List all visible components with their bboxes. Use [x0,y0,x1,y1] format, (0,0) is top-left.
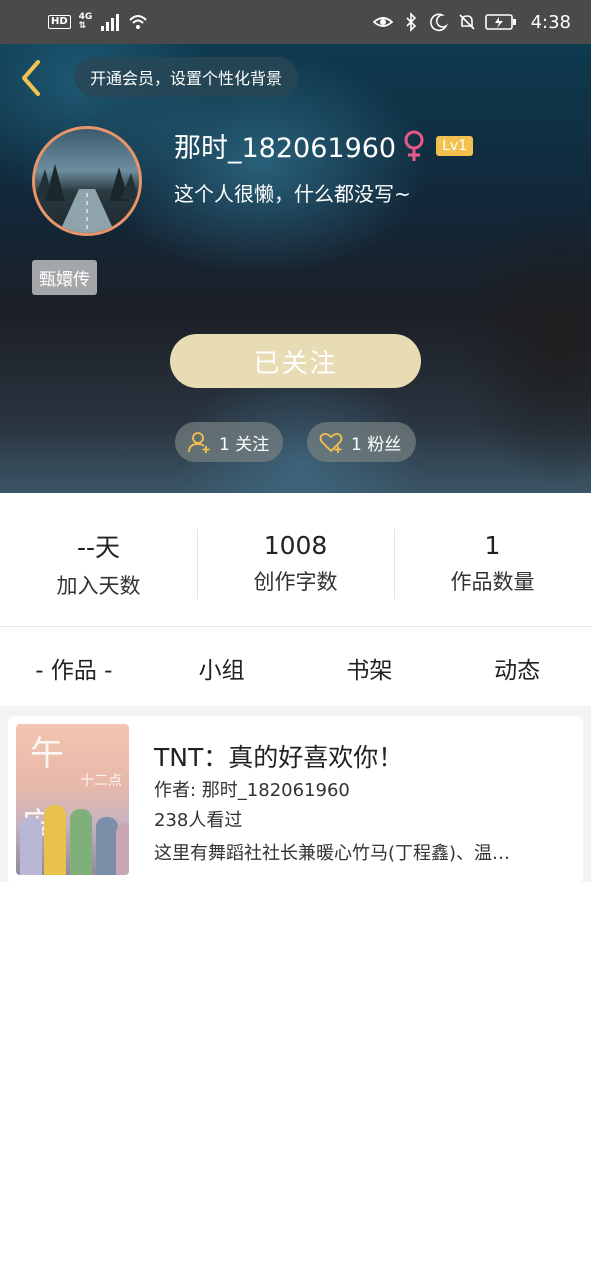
work-cover-image: 午 安 十二点 [16,724,129,875]
tab-activity[interactable]: 动态 [443,651,591,685]
cover-figure [20,817,42,875]
user-bio: 这个人很懒，什么都没写~ [174,182,411,206]
cover-text: 十二点 [80,773,122,789]
avatar-image [35,164,139,233]
profile-banner: 开通会员，设置个性化背景 那时_182061960 Lv1 这个人很懒，什么都没… [0,44,591,493]
stat-label: 创作字数 [253,570,338,594]
moon-icon [429,13,448,32]
signal-icon [101,14,120,31]
work-views: 238人看过 [154,810,243,831]
profile-tabs: - 作品 - 小组 书架 动态 [0,628,591,708]
network-type: 4G ⇅ [78,12,93,31]
username: 那时_182061960 [174,133,397,164]
cover-figure [44,805,66,875]
stat-join-days: --天 加入天数 [0,529,197,599]
cover-text: 午 [30,734,64,774]
level-badge: Lv1 [436,135,474,156]
vip-background-prompt[interactable]: 开通会员，设置个性化背景 [74,57,299,97]
tab-bookshelf[interactable]: 书架 [296,651,444,685]
cover-figure [116,823,129,875]
bluetooth-icon [406,12,416,32]
stat-value: --天 [76,532,121,562]
following-count-button[interactable]: 1 关注 [175,422,283,462]
fans-count: 1 粉丝 [351,434,402,455]
mute-bell-icon [459,14,475,30]
eye-icon [372,17,393,27]
cover-figure [70,809,92,875]
battery-icon [484,14,516,30]
hd-badge: HD [48,15,71,29]
stat-works-count: 1 作品数量 [394,528,591,599]
interest-tag[interactable]: 甄嬛传 [32,260,97,295]
clock: 4:38 [530,11,571,33]
tab-works[interactable]: - 作品 - [0,651,148,685]
cover-figure [96,817,118,875]
tab-groups[interactable]: 小组 [148,651,296,685]
work-title[interactable]: TNT：真的好喜欢你！ [154,738,403,774]
work-description: 这里有舞蹈社社长兼暖心竹马(丁程鑫)、温… [154,843,511,864]
stat-word-count: 1008 创作字数 [197,528,394,599]
work-card[interactable]: 午 安 十二点 TNT：真的好喜欢你！ 作者: 那时_182061960 238… [8,716,583,884]
add-user-icon [188,432,210,453]
profile-stats: --天 加入天数 1008 创作字数 1 作品数量 [0,493,591,627]
status-bar: HD 4G ⇅ 4:38 [0,0,591,44]
heart-plus-icon [319,432,343,453]
female-gender-icon [404,130,424,161]
stat-label: 作品数量 [450,570,535,594]
avatar[interactable] [32,126,142,236]
fans-count-button[interactable]: 1 粉丝 [307,422,416,462]
following-count: 1 关注 [219,434,270,455]
followed-button[interactable]: 已关注 [170,334,421,388]
username-row: 那时_182061960 Lv1 [174,126,474,165]
stat-label: 加入天数 [56,573,141,598]
wifi-icon [129,15,148,29]
back-arrow-icon[interactable] [14,58,50,98]
stat-value: 1 [484,531,501,560]
stat-value: 1008 [263,531,328,560]
work-author: 作者: 那时_182061960 [154,780,350,801]
